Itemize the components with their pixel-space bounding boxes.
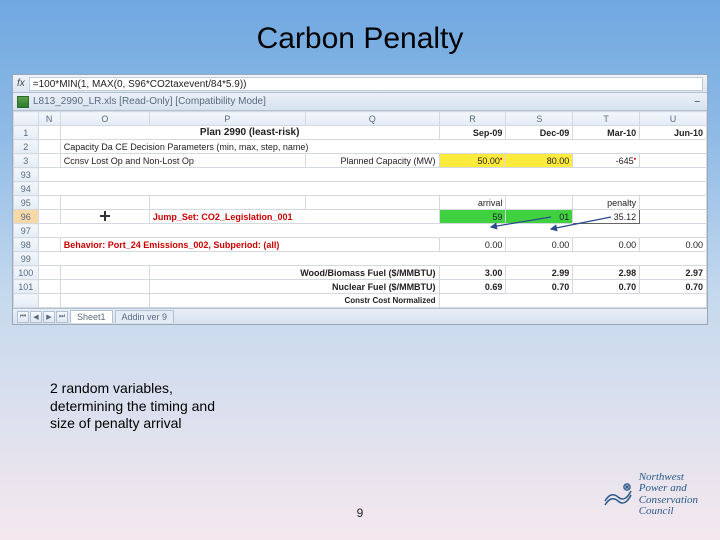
row-header[interactable]: 3 xyxy=(14,154,39,168)
cell[interactable]: 80.00 xyxy=(506,154,573,168)
table-row[interactable]: Constr Cost Normalized xyxy=(14,294,707,308)
cell[interactable]: 2.97 xyxy=(640,266,707,280)
row-header[interactable]: 94 xyxy=(14,182,39,196)
cell[interactable]: Nuclear Fuel ($/MMBTU) xyxy=(149,280,439,294)
logo-text: Northwest Power and Conservation Council xyxy=(639,472,698,518)
table-row[interactable]: 95 arrival penalty xyxy=(14,196,707,210)
cell[interactable]: Dec-09 xyxy=(506,126,573,140)
row-header-selected[interactable]: 96 xyxy=(14,210,39,224)
cell[interactable]: 50.00▪ xyxy=(439,154,506,168)
cell[interactable]: 2.98 xyxy=(573,266,640,280)
formula-bar: fx =100*MIN(1, MAX(0, S96*CO2taxevent/84… xyxy=(13,75,707,93)
table-row[interactable]: 94 xyxy=(14,182,707,196)
formula-input[interactable]: =100*MIN(1, MAX(0, S96*CO2taxevent/84*5.… xyxy=(29,77,703,91)
cell[interactable]: 0.00 xyxy=(506,238,573,252)
row-header[interactable]: 1 xyxy=(14,126,39,140)
col-header[interactable]: S xyxy=(506,112,573,126)
slide-caption: 2 random variables, determining the timi… xyxy=(50,380,220,433)
page-number: 9 xyxy=(357,506,364,520)
fx-label: fx xyxy=(17,78,25,89)
table-row[interactable]: 97 xyxy=(14,224,707,238)
tab-prev-button[interactable]: ◀ xyxy=(30,311,42,323)
excel-file-icon xyxy=(17,96,29,108)
cell[interactable]: 0.70 xyxy=(506,280,573,294)
col-header[interactable]: O xyxy=(60,112,149,126)
sheet-tab-active[interactable]: Sheet1 xyxy=(70,310,113,323)
cell[interactable]: 0.69 xyxy=(439,280,506,294)
cell[interactable]: 0.00 xyxy=(573,238,640,252)
penalty-value-cell[interactable]: 35.12 xyxy=(573,210,640,224)
worksheet: N O P Q R S T U 1 Plan 2990 (least-risk)… xyxy=(13,111,707,308)
col-header[interactable]: T xyxy=(573,112,640,126)
row-header[interactable]: 99 xyxy=(14,252,39,266)
row-header[interactable]: 2 xyxy=(14,140,39,154)
cell[interactable]: 0.70 xyxy=(640,280,707,294)
table-row[interactable]: 98 Behavior: Port_24 Emissions_002, Subp… xyxy=(14,238,707,252)
plan-title-cell[interactable]: Plan 2990 (least-risk) xyxy=(60,126,439,140)
slide-title: Carbon Penalty xyxy=(0,0,720,74)
table-row[interactable]: 1 Plan 2990 (least-risk) Sep-09 Dec-09 M… xyxy=(14,126,707,140)
plus-icon xyxy=(100,211,110,221)
row-header[interactable]: 97 xyxy=(14,224,39,238)
tab-first-button[interactable]: ⏮ xyxy=(17,311,29,323)
table-row[interactable]: 2 Capacity Da CE Decision Parameters (mi… xyxy=(14,140,707,154)
row-header[interactable]: 98 xyxy=(14,238,39,252)
cell[interactable]: 0.70 xyxy=(573,280,640,294)
column-headers[interactable]: N O P Q R S T U xyxy=(14,112,707,126)
col-header[interactable]: R xyxy=(439,112,506,126)
col-header[interactable]: N xyxy=(38,112,60,126)
behavior-cell[interactable]: Behavior: Port_24 Emissions_002, Subperi… xyxy=(60,238,439,252)
workbook-name: L813_2990_LR.xls [Read-Only] [Compatibil… xyxy=(33,96,266,107)
cell[interactable] xyxy=(640,154,707,168)
table-row[interactable]: 3 Ccnsv Lost Op and Non-Lost Op Planned … xyxy=(14,154,707,168)
cell[interactable]: Jun-10 xyxy=(640,126,707,140)
col-header[interactable]: U xyxy=(640,112,707,126)
cell[interactable]: 3.00 xyxy=(439,266,506,280)
tab-next-button[interactable]: ▶ xyxy=(43,311,55,323)
cell[interactable]: Wood/Biomass Fuel ($/MMBTU) xyxy=(149,266,439,280)
tab-nav-buttons[interactable]: ⏮ ◀ ▶ ⏭ xyxy=(17,311,68,323)
cell[interactable]: Capacity Da CE Decision Parameters (min,… xyxy=(60,140,706,154)
row-header[interactable]: 101 xyxy=(14,280,39,294)
table-row[interactable]: 93 xyxy=(14,168,707,182)
cell[interactable]: Constr Cost Normalized xyxy=(149,294,439,308)
row-header[interactable]: 100 xyxy=(14,266,39,280)
workbook-title-bar: L813_2990_LR.xls [Read-Only] [Compatibil… xyxy=(13,93,707,111)
logo-icon xyxy=(603,481,633,509)
minimize-button[interactable]: – xyxy=(691,96,703,107)
cell[interactable]: penalty xyxy=(573,196,640,210)
table-row[interactable]: 99 xyxy=(14,252,707,266)
select-all-cell[interactable] xyxy=(14,112,39,126)
cell[interactable]: Sep-09 xyxy=(439,126,506,140)
col-header[interactable]: Q xyxy=(305,112,439,126)
cell[interactable]: -645▪ xyxy=(573,154,640,168)
cell[interactable]: 0.00 xyxy=(439,238,506,252)
sheet-tabs-bar: ⏮ ◀ ▶ ⏭ Sheet1 Addin ver 9 xyxy=(13,308,707,324)
cell[interactable]: Ccnsv Lost Op and Non-Lost Op xyxy=(60,154,305,168)
cell[interactable]: arrival xyxy=(439,196,506,210)
excel-screenshot: fx =100*MIN(1, MAX(0, S96*CO2taxevent/84… xyxy=(12,74,708,325)
cell[interactable]: Mar-10 xyxy=(573,126,640,140)
row-header[interactable]: 95 xyxy=(14,196,39,210)
col-header[interactable]: P xyxy=(149,112,305,126)
grid[interactable]: N O P Q R S T U 1 Plan 2990 (least-risk)… xyxy=(13,111,707,308)
cell[interactable]: Planned Capacity (MW) xyxy=(305,154,439,168)
row-header[interactable]: 93 xyxy=(14,168,39,182)
table-row[interactable]: 101 Nuclear Fuel ($/MMBTU) 0.69 0.70 0.7… xyxy=(14,280,707,294)
jump-set-cell[interactable]: Jump_Set: CO2_Legislation_001 xyxy=(149,210,439,224)
cell[interactable]: 0.00 xyxy=(640,238,707,252)
sheet-tab[interactable]: Addin ver 9 xyxy=(115,310,175,323)
cell[interactable]: 01 xyxy=(506,210,573,224)
cell[interactable]: 2.99 xyxy=(506,266,573,280)
table-row[interactable]: 100 Wood/Biomass Fuel ($/MMBTU) 3.00 2.9… xyxy=(14,266,707,280)
org-logo: Northwest Power and Conservation Council xyxy=(603,472,698,518)
tab-last-button[interactable]: ⏭ xyxy=(56,311,68,323)
cell[interactable]: 59 xyxy=(439,210,506,224)
table-row[interactable]: 96 Jump_Set: CO2_Legislation_001 59 01 3… xyxy=(14,210,707,224)
